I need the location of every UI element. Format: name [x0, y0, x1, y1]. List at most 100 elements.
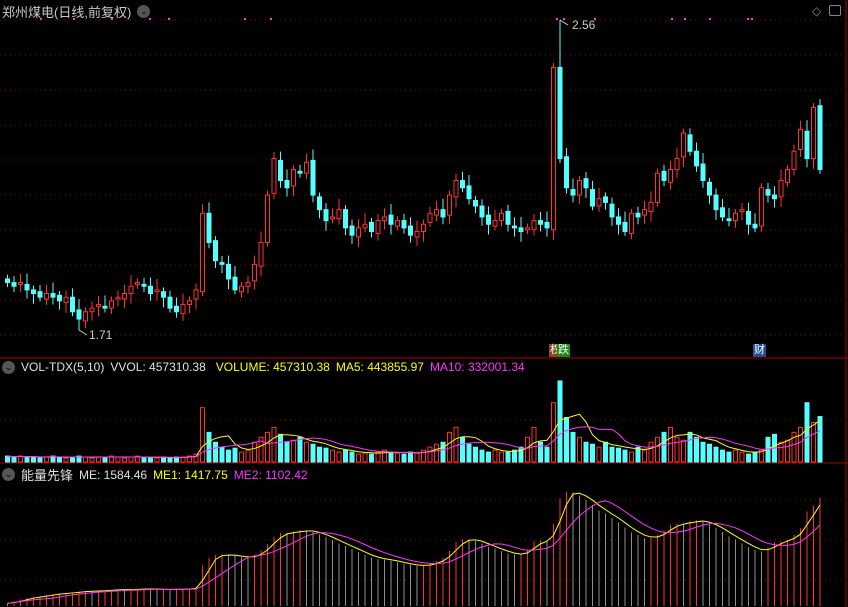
candle-up — [109, 300, 114, 309]
volume-bar-up — [427, 446, 433, 463]
volume-bar-down — [609, 446, 615, 463]
event-tag-fall[interactable]: 跌 — [557, 344, 570, 357]
event-tag-finance[interactable]: 财 — [753, 344, 766, 357]
candle-up — [733, 212, 738, 222]
volume-bar-up — [362, 452, 368, 463]
candle-down — [512, 225, 517, 229]
volume-bar-up — [785, 439, 790, 463]
candle-down — [278, 159, 283, 181]
candle-up — [395, 220, 400, 227]
candle-up — [596, 198, 602, 207]
event-dot — [168, 18, 170, 20]
volume-bar-up — [525, 436, 530, 463]
candle-down — [440, 209, 446, 218]
chevron-down-icon[interactable]: ⌄ — [137, 5, 151, 18]
volume-bar-down — [713, 446, 719, 463]
diamond-icon[interactable]: ◇ — [812, 4, 821, 18]
candle-down — [408, 225, 413, 236]
volume-bar-up — [200, 407, 205, 463]
candle-up — [453, 179, 459, 198]
volume-bar-up — [629, 451, 634, 463]
volume-bar-up — [265, 431, 270, 463]
volume-bar-up — [551, 402, 556, 463]
volume-bar-down — [479, 449, 485, 463]
volume-bar-up — [596, 446, 602, 463]
chevron-down-icon[interactable]: ⌄ — [2, 360, 15, 374]
me-indicator-name[interactable]: 能量先锋 — [21, 465, 73, 484]
low-price-label: 1.71 — [89, 328, 113, 342]
volume-bar-down — [538, 441, 543, 463]
chevron-down-icon[interactable]: ⌄ — [2, 468, 15, 481]
volume-bar-down — [512, 449, 517, 463]
stock-chart[interactable]: 2.56 1.71 — [0, 0, 848, 607]
volume-bar-down — [102, 456, 108, 463]
candle-up — [382, 216, 387, 222]
candle-up — [200, 212, 205, 293]
candle-down — [57, 294, 62, 302]
volume-bar-down — [726, 451, 732, 463]
candle-up — [551, 66, 556, 231]
vol-indicator-name[interactable]: VOL-TDX(5,10) — [21, 360, 104, 374]
candle-down — [746, 210, 751, 225]
volume-bar-up — [811, 421, 816, 463]
candle-down — [11, 282, 17, 287]
candle-down — [349, 225, 355, 236]
candle-up — [63, 296, 69, 304]
candle-down — [343, 209, 348, 229]
candle-up — [414, 231, 420, 238]
volume-bar-up — [83, 456, 88, 463]
volume-bar-down — [349, 451, 355, 463]
volume-bar-down — [5, 455, 10, 463]
candle-down — [174, 305, 179, 313]
volume-bar-up — [115, 456, 121, 463]
me-pane-header: ⌄ 能量先锋 ME: 1584.46 ME1: 1417.75 ME2: 110… — [2, 465, 308, 484]
candle-down — [50, 293, 56, 298]
volume-bar-down — [278, 433, 283, 463]
candle-down — [720, 207, 725, 218]
candle-down — [570, 189, 576, 196]
candle-down — [622, 221, 628, 233]
candle-down — [401, 220, 407, 229]
candle-up — [258, 241, 264, 267]
candle-up — [499, 212, 504, 222]
candle-down — [76, 309, 82, 320]
volume-bar-up — [681, 439, 686, 463]
candle-up — [362, 223, 368, 229]
candle-up — [356, 227, 361, 238]
volume-bar-down — [505, 451, 511, 463]
volume-bar-up — [122, 457, 127, 463]
volume-bar-up — [798, 426, 803, 463]
candle-down — [161, 291, 166, 298]
volume-bar-up — [154, 457, 160, 463]
event-dot — [684, 18, 686, 20]
volume-bar-down — [310, 443, 316, 463]
candle-down — [544, 221, 550, 229]
volume-bar-up — [733, 449, 738, 463]
volume-bar-down — [167, 457, 173, 463]
candle-down — [460, 179, 465, 189]
event-dot — [709, 18, 711, 20]
volume-bar-down — [297, 436, 303, 463]
event-dot — [270, 18, 272, 20]
candle-up — [44, 293, 49, 300]
me-value: ME: 1584.46 — [79, 467, 148, 482]
candle-up — [648, 201, 654, 212]
volume-bar-up — [96, 456, 101, 463]
candle-up — [180, 303, 186, 315]
candle-down — [661, 170, 667, 181]
ma10-value: MA10: 332001.34 — [429, 360, 525, 374]
candle-down — [31, 289, 36, 295]
panel-toggle-icon[interactable] — [829, 5, 841, 16]
stock-title: 郑州煤电(日线,前复权) — [2, 5, 132, 20]
high-price-label: 2.56 — [572, 18, 596, 32]
me1-value: ME1: 1417.75 — [153, 467, 228, 482]
volume-bar-up — [252, 441, 257, 463]
candle-up — [330, 216, 335, 220]
candle-down — [167, 296, 173, 309]
candle-down — [141, 283, 147, 287]
volume-bar-up — [434, 443, 439, 463]
candle-down — [538, 220, 543, 225]
volume-bar-down — [687, 431, 693, 463]
volume-bar-down — [31, 456, 36, 463]
volume-bar-up — [668, 426, 673, 463]
